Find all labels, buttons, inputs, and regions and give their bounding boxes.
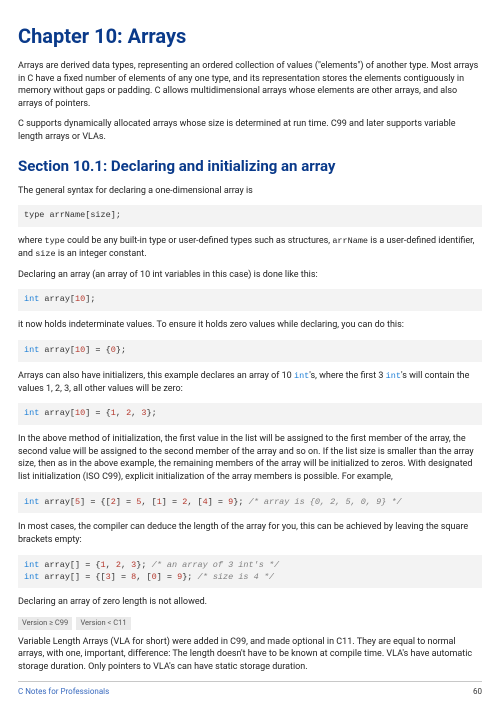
body-text: Arrays can also have initializers, this … <box>18 370 482 395</box>
code-punct: , <box>131 408 141 418</box>
inline-code: int <box>386 371 401 381</box>
code-punct: , <box>121 560 131 570</box>
code-block: type arrName[size]; <box>18 205 482 227</box>
code-number: 10 <box>75 294 85 304</box>
page-number: 60 <box>473 686 482 697</box>
code-keyword: int <box>24 294 39 304</box>
code-text: array <box>39 408 70 418</box>
code-punct: ] = <box>162 497 182 507</box>
inline-code: arrName <box>332 236 368 246</box>
code-block: int array[10] = {0}; <box>18 340 482 362</box>
code-text: array <box>39 497 70 507</box>
footer-title: C Notes for Professionals <box>18 686 109 697</box>
code-punct: ] = { <box>85 408 111 418</box>
code-punct: }; <box>182 572 197 582</box>
code-punct: , [ <box>136 572 151 582</box>
version-tag: Version < C11 <box>76 617 130 630</box>
body-text: In the above method of initialization, t… <box>18 433 482 483</box>
section-title: Section 10.1: Declaring and initializing… <box>18 156 482 177</box>
version-row: Version ≥ C99 Version < C11 <box>18 617 482 630</box>
code-punct: [] = { <box>70 560 101 570</box>
code-punct: ] = <box>208 497 228 507</box>
code-block: int array[] = {1, 2, 3}; /* an array of … <box>18 555 482 589</box>
code-text: type arrName <box>24 210 85 220</box>
intro-paragraph-1: Arrays are derived data types, represent… <box>18 60 482 110</box>
code-keyword: int <box>24 408 39 418</box>
code-keyword: int <box>24 572 39 582</box>
code-number: 10 <box>75 345 85 355</box>
code-punct: ; <box>116 210 121 220</box>
code-punct: }; <box>116 345 126 355</box>
code-comment: /* an array of 3 int's */ <box>152 560 280 570</box>
code-punct: [] = {[ <box>70 572 106 582</box>
code-block: int array[10] = {1, 2, 3}; <box>18 403 482 425</box>
code-punct: ] = <box>111 572 131 582</box>
code-number: 10 <box>75 408 85 418</box>
page-footer: C Notes for Professionals 60 <box>18 681 482 697</box>
code-keyword: int <box>24 345 39 355</box>
intro-paragraph-2: C supports dynamically allocated arrays … <box>18 118 482 143</box>
body-text: where type could be any built-in type or… <box>18 235 482 261</box>
code-keyword: int <box>24 497 39 507</box>
code-keyword: int <box>24 560 39 570</box>
code-punct: }; <box>146 408 156 418</box>
code-punct: ; <box>90 294 95 304</box>
code-comment: /* array is {0, 2, 5, 0, 9} */ <box>249 497 402 507</box>
code-punct: , [ <box>187 497 202 507</box>
code-text: size <box>90 210 110 220</box>
code-punct: ] = <box>116 497 136 507</box>
code-punct: ] = { <box>85 345 111 355</box>
body-text: In most cases, the compiler can deduce t… <box>18 521 482 546</box>
body-text: Variable Length Arrays (VLA for short) w… <box>18 636 482 674</box>
code-text: array <box>39 572 70 582</box>
code-punct: }; <box>136 560 151 570</box>
inline-code: int <box>294 371 309 381</box>
code-block: int array[5] = {[2] = 5, [1] = 2, [4] = … <box>18 492 482 514</box>
inline-code: type <box>44 236 64 246</box>
version-tag: Version ≥ C99 <box>18 617 72 630</box>
code-text: array <box>39 294 70 304</box>
body-text: Declaring an array (an array of 10 int v… <box>18 269 482 282</box>
body-text: The general syntax for declaring a one-d… <box>18 185 482 198</box>
body-text: it now holds indeterminate values. To en… <box>18 319 482 332</box>
code-punct: }; <box>233 497 248 507</box>
code-text: array <box>39 345 70 355</box>
code-punct: , <box>106 560 116 570</box>
code-block: int array[10]; <box>18 289 482 311</box>
code-punct: , <box>116 408 126 418</box>
body-text: Declaring an array of zero length is not… <box>18 596 482 609</box>
chapter-title: Chapter 10: Arrays <box>18 22 482 50</box>
code-text: array <box>39 560 70 570</box>
inline-code: size <box>35 249 55 259</box>
code-punct: ] = <box>157 572 177 582</box>
code-punct: , [ <box>141 497 156 507</box>
code-punct: ] = {[ <box>80 497 111 507</box>
code-comment: /* size is 4 */ <box>198 572 275 582</box>
